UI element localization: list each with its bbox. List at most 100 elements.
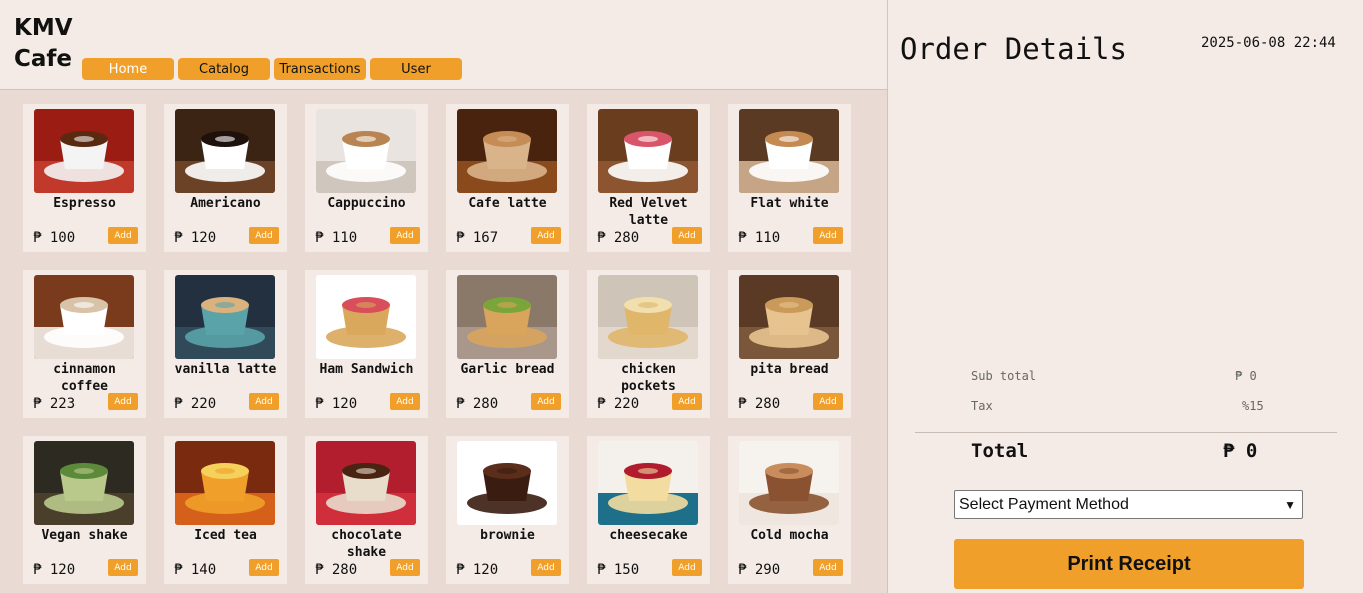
product-image	[34, 109, 134, 193]
main-nav: Home Catalog Transactions User	[82, 58, 462, 80]
add-to-order-button[interactable]: Add	[390, 227, 420, 244]
product-card-cappuccino: Cappuccino ₱ 110 Add	[305, 104, 428, 252]
order-title: Order Details	[900, 32, 1127, 66]
print-receipt-button[interactable]: Print Receipt	[954, 539, 1304, 589]
product-card-vanilla-latte: vanilla latte ₱ 220 Add	[164, 270, 287, 418]
product-card-red-velvet-latte: Red Velvet latte ₱ 280 Add	[587, 104, 710, 252]
product-image	[316, 441, 416, 525]
add-to-order-button[interactable]: Add	[531, 227, 561, 244]
product-name: Espresso	[53, 196, 116, 211]
total-value: ₱ 0	[1223, 440, 1258, 462]
product-price: ₱ 140	[174, 562, 217, 578]
add-to-order-button[interactable]: Add	[390, 559, 420, 576]
nav-catalog-button[interactable]: Catalog	[178, 58, 270, 80]
product-name: pita bread	[750, 362, 829, 377]
add-to-order-button[interactable]: Add	[531, 393, 561, 410]
order-panel: Order Details 2025-06-08 22:44 Sub total…	[887, 0, 1363, 593]
product-name: vanilla latte	[174, 362, 277, 377]
product-price: ₱ 100	[33, 230, 76, 246]
product-image	[175, 441, 275, 525]
add-to-order-button[interactable]: Add	[672, 559, 702, 576]
product-name: Vegan shake	[41, 528, 128, 543]
add-to-order-button[interactable]: Add	[672, 227, 702, 244]
product-card-flat-white: Flat white ₱ 110 Add	[728, 104, 851, 252]
add-to-order-button[interactable]: Add	[390, 393, 420, 410]
product-name: cinnamon coffee	[53, 362, 116, 394]
add-to-order-button[interactable]: Add	[813, 393, 843, 410]
add-to-order-button[interactable]: Add	[813, 227, 843, 244]
product-price: ₱ 280	[456, 396, 499, 412]
product-price: ₱ 290	[738, 562, 781, 578]
add-to-order-button[interactable]: Add	[531, 559, 561, 576]
product-name: Flat white	[750, 196, 829, 211]
product-price: ₱ 110	[738, 230, 781, 246]
product-card-espresso: Espresso ₱ 100 Add	[23, 104, 146, 252]
product-price: ₱ 120	[174, 230, 217, 246]
product-image	[34, 441, 134, 525]
product-card-chicken-pockets: chicken pockets ₱ 220 Add	[587, 270, 710, 418]
product-image	[598, 275, 698, 359]
product-name: cheesecake	[609, 528, 688, 543]
product-image	[457, 109, 557, 193]
product-name: brownie	[480, 528, 535, 543]
add-to-order-button[interactable]: Add	[108, 227, 138, 244]
nav-transactions-button[interactable]: Transactions	[274, 58, 366, 80]
product-card-chocolate-shake: chocolate shake ₱ 280 Add	[305, 436, 428, 584]
product-name: Cold mocha	[750, 528, 829, 543]
tax-value: %15	[1242, 399, 1264, 413]
add-to-order-button[interactable]: Add	[108, 559, 138, 576]
product-price: ₱ 220	[597, 396, 640, 412]
product-card-brownie: brownie ₱ 120 Add	[446, 436, 569, 584]
product-image	[316, 275, 416, 359]
add-to-order-button[interactable]: Add	[672, 393, 702, 410]
product-image	[457, 441, 557, 525]
product-image	[739, 441, 839, 525]
add-to-order-button[interactable]: Add	[249, 559, 279, 576]
product-card-iced-tea: Iced tea ₱ 140 Add	[164, 436, 287, 584]
product-price: ₱ 120	[315, 396, 358, 412]
subtotal-label: Sub total	[971, 369, 1037, 383]
product-price: ₱ 167	[456, 230, 499, 246]
product-card-cold-mocha: Cold mocha ₱ 290 Add	[728, 436, 851, 584]
product-image	[175, 109, 275, 193]
product-card-cinnamon-coffee: cinnamon coffee ₱ 223 Add	[23, 270, 146, 418]
product-image	[739, 109, 839, 193]
product-image	[34, 275, 134, 359]
total-label: Total	[971, 440, 1029, 462]
product-grid: Espresso ₱ 100 Add Americano ₱ 120 Add C…	[23, 104, 851, 584]
product-price: ₱ 280	[315, 562, 358, 578]
product-image	[175, 275, 275, 359]
tax-label: Tax	[971, 399, 993, 413]
product-name: Ham Sandwich	[319, 362, 414, 377]
add-to-order-button[interactable]: Add	[249, 227, 279, 244]
product-name: Iced tea	[194, 528, 257, 543]
product-card-cafe-latte: Cafe latte ₱ 167 Add	[446, 104, 569, 252]
product-image	[598, 441, 698, 525]
nav-user-button[interactable]: User	[370, 58, 462, 80]
add-to-order-button[interactable]: Add	[813, 559, 843, 576]
product-card-vegan-shake: Vegan shake ₱ 120 Add	[23, 436, 146, 584]
product-panel: KMV Cafe Home Catalog Transactions User …	[0, 0, 887, 593]
payment-method-select[interactable]: Select Payment Method ▼	[954, 490, 1303, 519]
product-name: chocolate shake	[331, 528, 402, 560]
product-card-garlic-bread: Garlic bread ₱ 280 Add	[446, 270, 569, 418]
product-card-cheesecake: cheesecake ₱ 150 Add	[587, 436, 710, 584]
product-card-pita-bread: pita bread ₱ 280 Add	[728, 270, 851, 418]
subtotal-value: ₱ 0	[1235, 369, 1257, 383]
nav-home-button[interactable]: Home	[82, 58, 174, 80]
product-price: ₱ 280	[738, 396, 781, 412]
product-name: chicken pockets	[621, 362, 676, 394]
add-to-order-button[interactable]: Add	[108, 393, 138, 410]
order-datetime: 2025-06-08 22:44	[1201, 35, 1336, 51]
product-price: ₱ 280	[597, 230, 640, 246]
product-card-americano: Americano ₱ 120 Add	[164, 104, 287, 252]
product-price: ₱ 110	[315, 230, 358, 246]
product-price: ₱ 120	[33, 562, 76, 578]
product-name: Garlic bread	[460, 362, 555, 377]
product-image	[598, 109, 698, 193]
product-price: ₱ 150	[597, 562, 640, 578]
header: KMV Cafe Home Catalog Transactions User	[0, 0, 887, 90]
product-price: ₱ 220	[174, 396, 217, 412]
add-to-order-button[interactable]: Add	[249, 393, 279, 410]
product-price: ₱ 223	[33, 396, 76, 412]
